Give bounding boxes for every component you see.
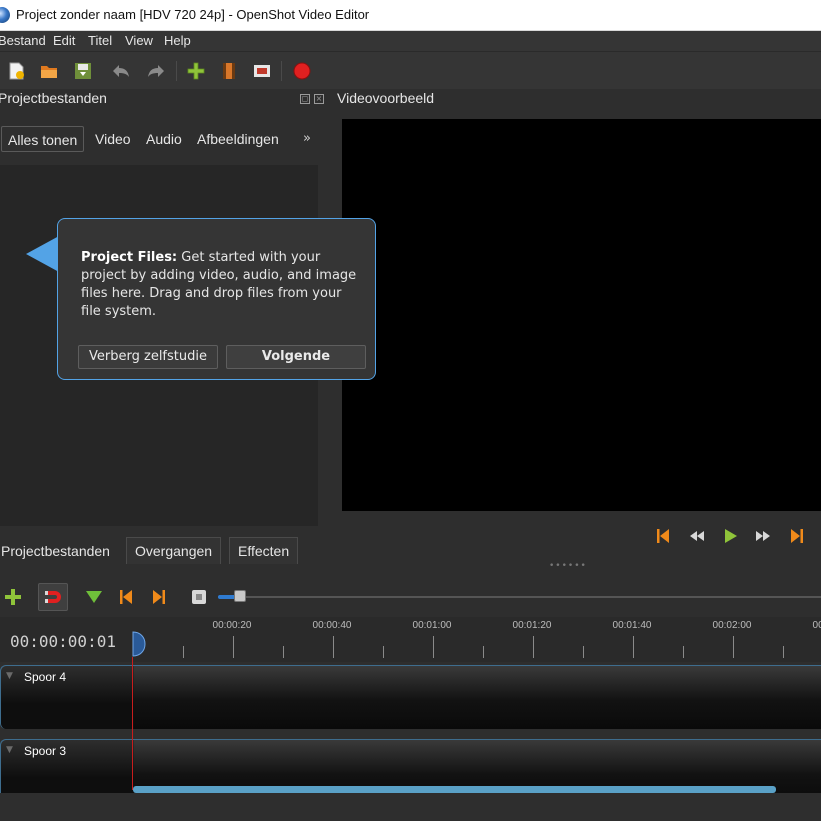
title-bar: Project zonder naam [HDV 720 24p] - Open… bbox=[0, 0, 821, 31]
next-marker-icon[interactable] bbox=[147, 585, 171, 609]
track-label: Spoor 3 bbox=[24, 744, 67, 758]
add-marker-icon[interactable] bbox=[82, 585, 106, 609]
ruler-tick-label: 00:02:20 bbox=[812, 620, 821, 631]
ruler-tick bbox=[483, 646, 484, 658]
tutorial-popup: Project Files: Get started with your pro… bbox=[57, 218, 376, 380]
rewind-icon[interactable] bbox=[687, 526, 707, 546]
track-collapse-icon[interactable]: ▼ bbox=[6, 745, 13, 755]
ruler-tick bbox=[283, 646, 284, 658]
ruler-tick bbox=[633, 636, 634, 658]
ruler-tick bbox=[783, 646, 784, 658]
zoom-slider-handle[interactable] bbox=[234, 590, 246, 602]
playhead-line bbox=[132, 657, 133, 790]
ruler-tick bbox=[183, 646, 184, 658]
ruler-tick bbox=[233, 636, 234, 658]
redo-icon[interactable] bbox=[146, 61, 166, 81]
track-header[interactable] bbox=[1, 666, 134, 729]
dock-tabs: Projectbestanden Overgangen Effecten bbox=[0, 537, 330, 564]
previous-marker-icon[interactable] bbox=[114, 585, 138, 609]
menu-titel[interactable]: Titel bbox=[88, 33, 112, 48]
export-video-icon[interactable] bbox=[292, 61, 312, 81]
ruler-tick bbox=[433, 636, 434, 658]
toolbar-separator bbox=[281, 61, 282, 81]
splitter-handle[interactable]: •••••• bbox=[549, 561, 586, 571]
ruler-tick-label: 00:00:40 bbox=[312, 620, 352, 631]
center-timeline-icon[interactable] bbox=[187, 585, 211, 609]
filter-show-all[interactable]: Alles tonen bbox=[1, 126, 85, 152]
menu-edit[interactable]: Edit bbox=[53, 33, 75, 48]
save-project-icon[interactable] bbox=[73, 61, 93, 81]
undo-icon[interactable] bbox=[111, 61, 131, 81]
main-toolbar bbox=[0, 51, 821, 89]
jump-to-start-icon[interactable] bbox=[653, 526, 673, 546]
ruler-tick-label: 00:00:20 bbox=[212, 620, 252, 631]
file-filter-tabs: Alles tonen Video Audio Afbeeldingen bbox=[0, 124, 330, 156]
window-title: Project zonder naam [HDV 720 24p] - Open… bbox=[16, 7, 370, 22]
fast-forward-icon[interactable] bbox=[753, 526, 773, 546]
tab-transitions[interactable]: Overgangen bbox=[126, 537, 222, 564]
toolbar-separator bbox=[176, 61, 177, 81]
import-files-icon[interactable] bbox=[186, 61, 206, 81]
next-tutorial-button[interactable]: Volgende bbox=[226, 345, 366, 369]
tab-effects[interactable]: Effecten bbox=[229, 537, 299, 564]
ruler-tick bbox=[383, 646, 384, 658]
close-panel-icon[interactable]: × bbox=[314, 94, 324, 104]
ruler-tick bbox=[583, 646, 584, 658]
track-row[interactable]: ▼ Spoor 4 bbox=[0, 665, 821, 729]
zoom-slider-track[interactable] bbox=[218, 596, 821, 598]
menu-view[interactable]: View bbox=[125, 33, 153, 48]
open-project-icon[interactable] bbox=[39, 61, 59, 81]
hide-tutorial-button[interactable]: Verberg zelfstudie bbox=[78, 345, 218, 369]
magnet-icon bbox=[45, 591, 61, 603]
filter-images[interactable]: Afbeeldingen bbox=[191, 126, 285, 152]
new-project-icon[interactable] bbox=[6, 61, 26, 81]
timeline-ruler[interactable] bbox=[0, 617, 821, 662]
jump-to-end-icon[interactable] bbox=[787, 526, 807, 546]
fullscreen-icon[interactable] bbox=[252, 61, 272, 81]
ruler-tick-label: 00:01:00 bbox=[412, 620, 452, 631]
ruler-tick bbox=[333, 636, 334, 658]
openshot-logo-icon bbox=[0, 7, 10, 23]
snap-toggle-button[interactable] bbox=[38, 583, 68, 611]
ruler-tick-label: 00:01:20 bbox=[512, 620, 552, 631]
menu-bar: Bestand Edit Titel View Help bbox=[0, 31, 821, 51]
track-collapse-icon[interactable]: ▼ bbox=[6, 671, 13, 681]
play-icon[interactable] bbox=[720, 526, 740, 546]
menu-help[interactable]: Help bbox=[164, 33, 191, 48]
filter-audio[interactable]: Audio bbox=[140, 126, 188, 152]
ruler-tick bbox=[533, 636, 534, 658]
menu-bestand[interactable]: Bestand bbox=[0, 33, 46, 48]
timeline-horizontal-scrollbar[interactable] bbox=[133, 786, 776, 793]
ruler-tick-label: 00:02:00 bbox=[712, 620, 752, 631]
choose-profile-icon[interactable] bbox=[219, 61, 239, 81]
ruler-tick-label: 00:01:40 bbox=[612, 620, 652, 631]
tutorial-pointer-arrow bbox=[26, 236, 59, 272]
float-panel-icon[interactable]: ◻ bbox=[300, 94, 310, 104]
track-label: Spoor 4 bbox=[24, 670, 67, 684]
video-preview-title: Videovoorbeeld bbox=[337, 90, 435, 106]
ruler-tick bbox=[683, 646, 684, 658]
add-track-icon[interactable] bbox=[1, 585, 25, 609]
tab-project-files[interactable]: Projectbestanden bbox=[0, 537, 119, 564]
ruler-tick bbox=[733, 636, 734, 658]
playhead-handle[interactable] bbox=[132, 631, 146, 657]
current-timecode: 00:00:00:01 bbox=[10, 632, 116, 651]
tutorial-text: Project Files: Get started with your pro… bbox=[81, 249, 361, 321]
project-files-title: Projectbestanden bbox=[0, 90, 107, 106]
video-preview-canvas bbox=[342, 119, 821, 511]
tutorial-heading: Project Files: bbox=[81, 250, 178, 265]
more-filters-icon[interactable]: » bbox=[303, 131, 311, 146]
status-strip bbox=[0, 793, 821, 821]
filter-video[interactable]: Video bbox=[89, 126, 137, 152]
openshot-window: Project zonder naam [HDV 720 24p] - Open… bbox=[0, 0, 821, 821]
